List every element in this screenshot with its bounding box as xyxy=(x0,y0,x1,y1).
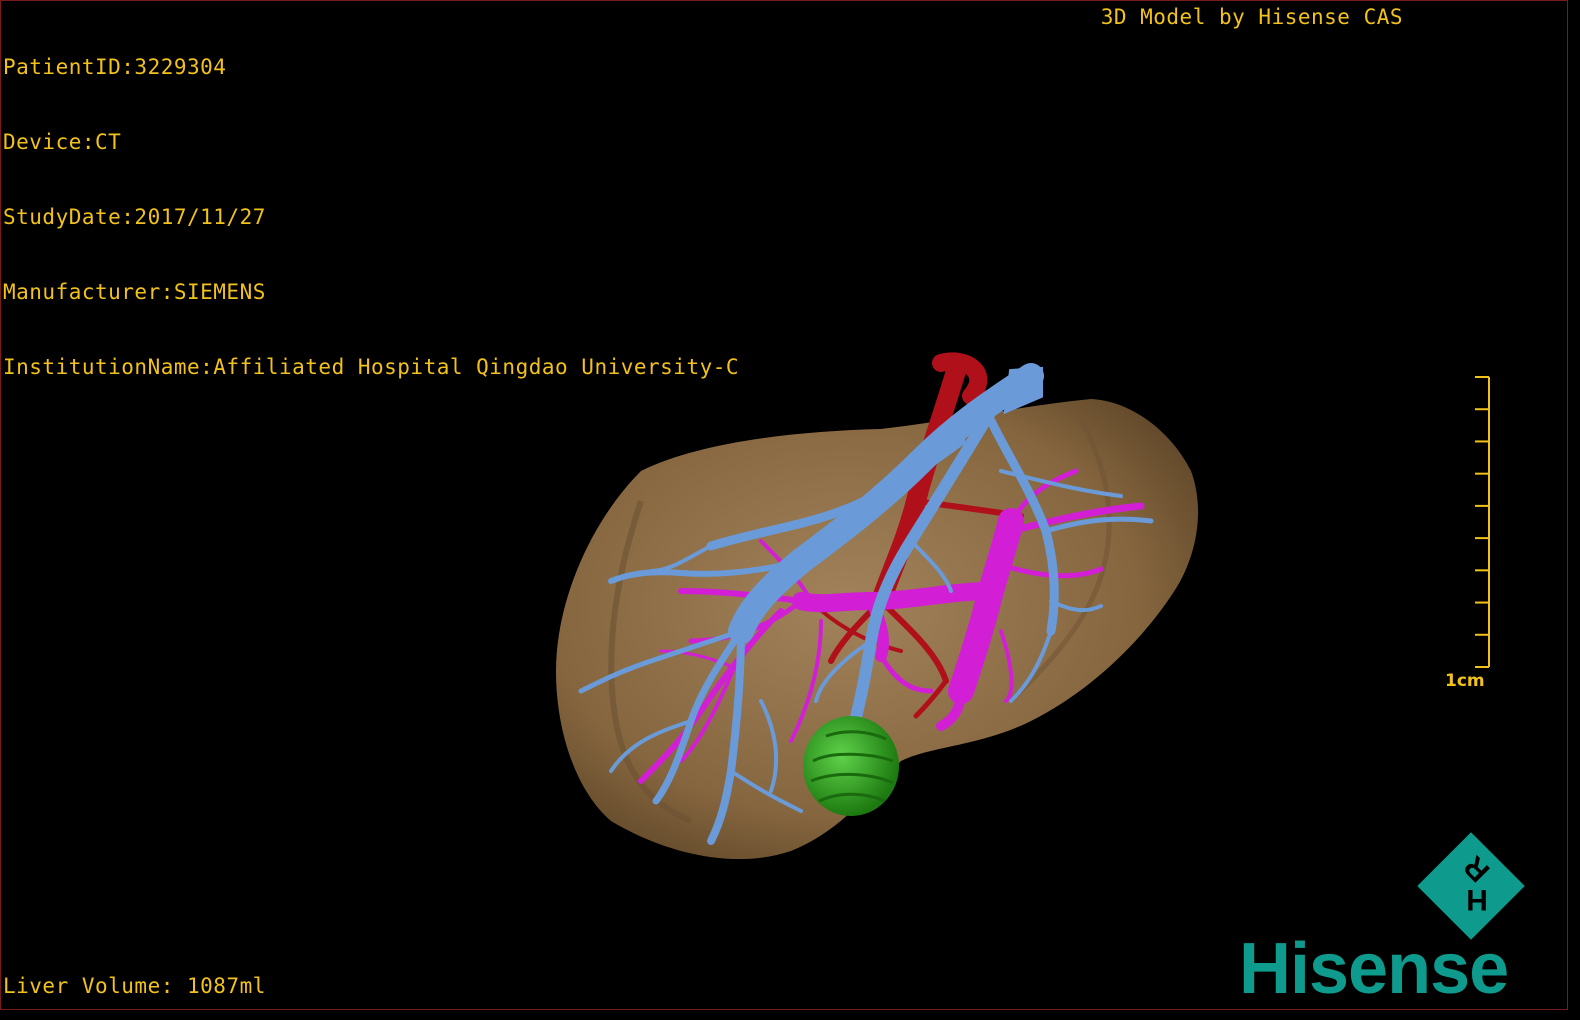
hisense-logo: Hisense xyxy=(1239,929,1509,1009)
3d-viewport[interactable]: PatientID:3229304 Device:CT StudyDate:20… xyxy=(0,0,1568,1010)
orientation-label-h: H xyxy=(1466,883,1488,916)
liver-volume-text: Liver Volume: 1087ml xyxy=(3,974,266,998)
orientation-cube[interactable]: H R xyxy=(1,1,1567,1009)
